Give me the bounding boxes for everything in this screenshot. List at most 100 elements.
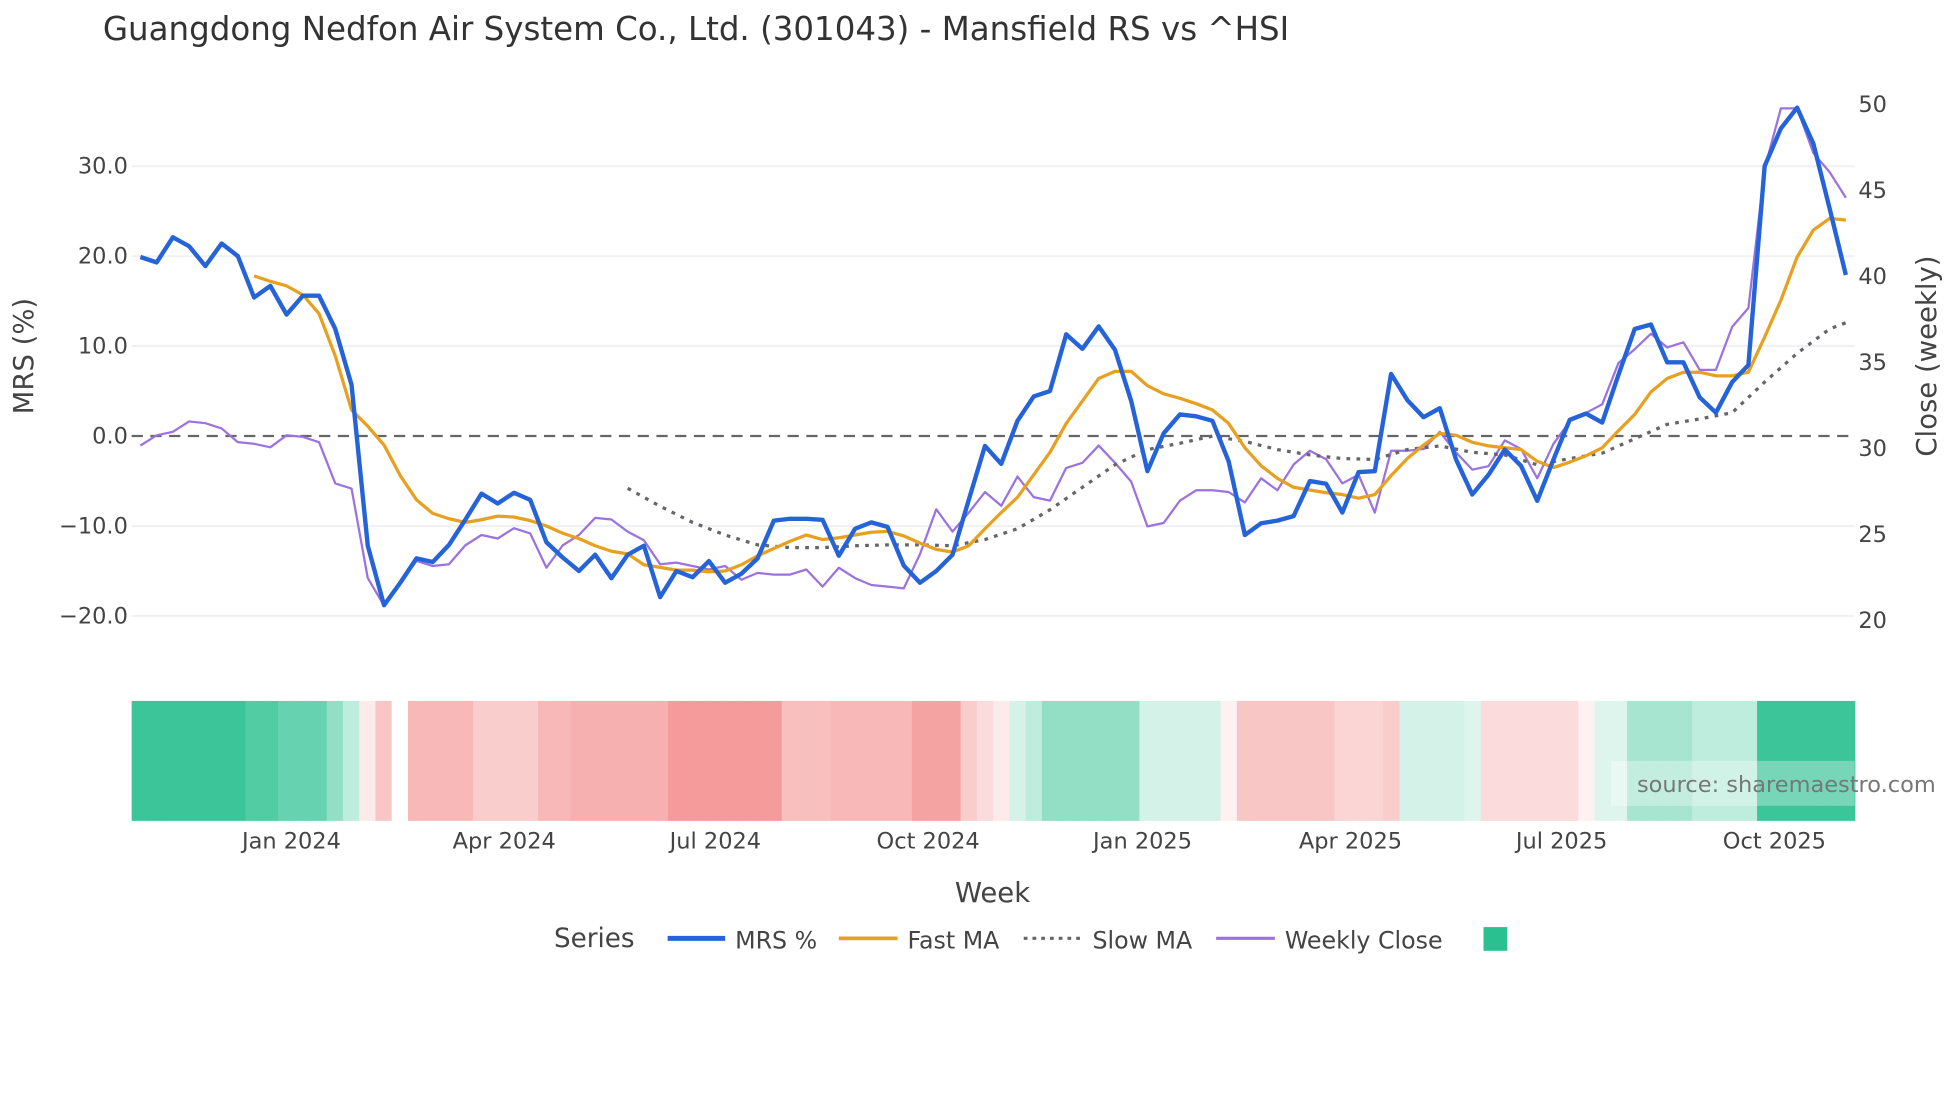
chart-title: Guangdong Nedfon Air System Co., Ltd. (3…	[103, 10, 1289, 48]
heatmap-cell	[668, 700, 686, 821]
heatmap-cell	[586, 700, 604, 821]
heatmap-cell	[1058, 700, 1076, 821]
heatmap-cell	[342, 700, 360, 821]
heatmap-cell	[1594, 700, 1612, 821]
heatmap-cell	[603, 700, 621, 821]
mrs-chart: Guangdong Nedfon Air System Co., Ltd. (3…	[8, 10, 1943, 954]
y2-tick-label: 40	[1858, 264, 1887, 290]
heatmap-cell	[1204, 700, 1222, 821]
heatmap-cell	[147, 700, 165, 821]
heatmap-cell	[1074, 700, 1092, 821]
heatmap-cell	[391, 700, 409, 821]
heatmap-cell	[294, 700, 312, 821]
legend-label: Slow MA	[1092, 926, 1193, 954]
heatmap-cell	[1415, 700, 1433, 821]
heatmap-cell	[1269, 700, 1287, 821]
y-tick-label: −10.0	[59, 514, 128, 540]
source-label: source: sharemaestro.com	[1637, 772, 1936, 798]
heatmap-cell	[1220, 700, 1238, 821]
heatmap-cell	[830, 700, 848, 821]
heatmap-cell	[1318, 700, 1336, 821]
heatmap-cell	[716, 700, 734, 821]
y-tick-label: −20.0	[59, 603, 128, 629]
heatmap-cell	[1431, 700, 1449, 821]
series-line-close	[139, 107, 1847, 607]
heatmap-cell	[538, 700, 556, 821]
heatmap-cell	[1350, 700, 1368, 821]
x-tick-label: Jul 2024	[668, 828, 761, 854]
heatmap-cell	[1399, 700, 1417, 821]
legend-label: Fast MA	[908, 926, 1001, 954]
heatmap-cell	[733, 700, 751, 821]
heatmap-cell	[1025, 700, 1043, 821]
y-tick-label: 0.0	[92, 424, 128, 450]
heatmap-cell	[359, 700, 377, 821]
heatmap-cell	[277, 700, 295, 821]
heatmap-cell	[310, 700, 328, 821]
heatmap-cell	[1545, 700, 1563, 821]
heatmap-cell	[326, 700, 344, 821]
heatmap-cell	[1529, 700, 1547, 821]
heatmap-cell	[911, 700, 929, 821]
heatmap-cell	[164, 700, 182, 821]
y-axis-title: MRS (%)	[8, 298, 40, 415]
heatmap-cell	[619, 700, 637, 821]
heatmap-cell	[521, 700, 539, 821]
heatmap-cell	[131, 700, 149, 821]
heatmap-cell	[651, 700, 669, 821]
heatmap-cell	[1562, 700, 1580, 821]
y2-tick-label: 45	[1858, 178, 1887, 204]
legend: Series MRS % Fast MA Slow MA Weekly Clos…	[554, 924, 1508, 954]
heatmap-cell	[375, 700, 393, 821]
y2-tick-label: 35	[1858, 350, 1887, 376]
heatmap-cell	[1464, 700, 1482, 821]
heatmap-cell	[1480, 700, 1498, 821]
heatmap-cell	[472, 700, 490, 821]
heatmap-cell	[960, 700, 978, 821]
heatmap-cell	[1497, 700, 1515, 821]
heatmap-cell	[212, 700, 230, 821]
heatmap-cell	[895, 700, 913, 821]
heatmap-cell	[781, 700, 799, 821]
heatmap-cell	[1155, 700, 1173, 821]
heatmap-cell	[798, 700, 816, 821]
heatmap-cell	[863, 700, 881, 821]
y2-tick-label: 25	[1858, 522, 1887, 548]
heatmap-cell	[976, 700, 994, 821]
legend-label: Weekly Close	[1285, 926, 1443, 954]
heatmap-cell	[1448, 700, 1466, 821]
heatmap-cell	[245, 700, 263, 821]
heatmap-cell	[1106, 700, 1124, 821]
heatmap-cell	[229, 700, 247, 821]
x-tick-label: Apr 2024	[453, 828, 556, 854]
y-axis-left: 30.0 20.0 10.0 0.0 −10.0 −20.0	[59, 154, 128, 630]
legend-item-heatmap[interactable]	[1483, 927, 1508, 951]
heatmap-cell	[1009, 700, 1027, 821]
y2-tick-label: 20	[1858, 608, 1887, 634]
x-axis-title: Week	[955, 877, 1030, 909]
y-tick-label: 20.0	[78, 244, 128, 270]
series-line-fast	[253, 216, 1847, 574]
heatmap-cell	[944, 700, 962, 821]
legend-item-mrs[interactable]: MRS %	[667, 926, 818, 954]
heatmap-cell	[814, 700, 832, 821]
heatmap-cell	[1123, 700, 1141, 821]
heatmap-cell	[635, 700, 653, 821]
heatmap-cell	[1334, 700, 1352, 821]
heatmap-cell	[489, 700, 507, 821]
heatmap-cell	[700, 700, 718, 821]
heatmap-cell	[1041, 700, 1059, 821]
series-lines	[139, 105, 1848, 608]
heatmap-cell	[1513, 700, 1531, 821]
heatmap-cell	[1171, 700, 1189, 821]
heatmap-cell	[749, 700, 767, 821]
legend-item-weekly-close[interactable]: Weekly Close	[1216, 926, 1443, 954]
heatmap-cell	[879, 700, 897, 821]
heatmap-cell	[1285, 700, 1303, 821]
x-tick-label: Apr 2025	[1299, 828, 1402, 854]
legend-item-fast-ma[interactable]: Fast MA	[838, 926, 1001, 954]
y2-tick-label: 50	[1858, 92, 1887, 118]
heatmap-cell	[1301, 700, 1319, 821]
legend-item-slow-ma[interactable]: Slow MA	[1023, 926, 1193, 954]
heatmap-cell	[1188, 700, 1206, 821]
